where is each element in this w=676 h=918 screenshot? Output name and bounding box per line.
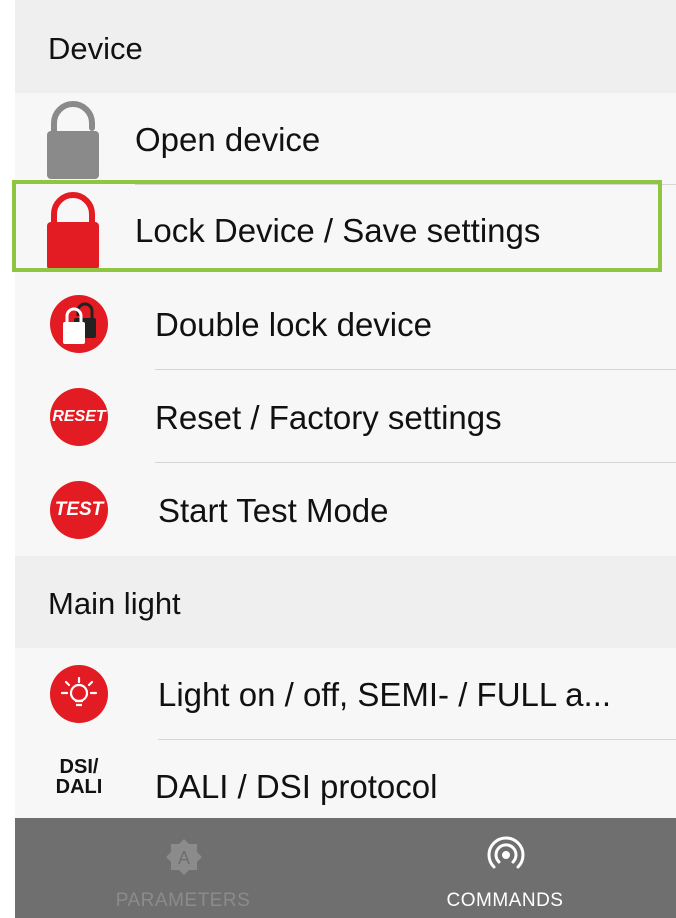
tab-parameters-label: PARAMETERS bbox=[115, 890, 251, 911]
command-start-test-mode[interactable]: TEST Start Test Mode bbox=[15, 464, 676, 556]
dali-icon-line: DALI bbox=[55, 776, 103, 798]
tab-bar: A PARAMETERS COMMANDS bbox=[15, 818, 676, 918]
test-label: Start Test Mode bbox=[158, 492, 389, 529]
tab-commands-label: COMMANDS bbox=[446, 890, 564, 911]
reset-icon: RESET bbox=[50, 388, 108, 446]
commands-screen: Device Open device Lock Device / Save se… bbox=[15, 0, 676, 918]
locked-padlock-icon bbox=[47, 192, 99, 270]
command-dali-dsi-protocol[interactable]: DSI/ DALI DALI / DSI protocol bbox=[15, 741, 676, 818]
command-open-device[interactable]: Open device bbox=[15, 93, 676, 185]
row-divider bbox=[155, 462, 676, 463]
tab-commands[interactable]: COMMANDS bbox=[355, 818, 655, 918]
command-reset-factory[interactable]: RESET Reset / Factory settings bbox=[15, 371, 676, 463]
test-icon-text: TEST bbox=[54, 499, 104, 520]
row-divider bbox=[158, 739, 676, 740]
reset-label: Reset / Factory settings bbox=[155, 399, 502, 436]
command-light-on-off[interactable]: Light on / off, SEMI- / FULL a... bbox=[15, 648, 676, 740]
reset-icon-text: RESET bbox=[52, 408, 106, 425]
section-header-main-light: Main light bbox=[15, 556, 676, 648]
section-title-device: Device bbox=[48, 31, 143, 66]
command-lock-device[interactable]: Lock Device / Save settings bbox=[15, 185, 676, 275]
parameters-icon: A bbox=[166, 839, 202, 875]
parameters-icon-text: A bbox=[178, 848, 190, 868]
dsi-dali-icon: DSI/ DALI bbox=[51, 757, 107, 797]
broadcast-icon bbox=[487, 836, 525, 869]
light-bulb-icon bbox=[50, 665, 108, 723]
command-double-lock-device[interactable]: Double lock device bbox=[15, 278, 676, 370]
dali-label: DALI / DSI protocol bbox=[155, 768, 438, 805]
test-icon: TEST bbox=[50, 481, 108, 539]
light-label: Light on / off, SEMI- / FULL a... bbox=[158, 676, 612, 713]
dsi-icon-line: DSI/ bbox=[59, 756, 99, 778]
lock-device-label: Lock Device / Save settings bbox=[135, 212, 541, 249]
section-title-main-light: Main light bbox=[48, 586, 181, 621]
section-header-device: Device bbox=[15, 0, 676, 93]
double-lock-icon bbox=[50, 295, 108, 353]
row-divider bbox=[155, 369, 676, 370]
tab-parameters[interactable]: A PARAMETERS bbox=[33, 818, 333, 918]
open-device-label: Open device bbox=[135, 121, 321, 158]
unlocked-padlock-icon bbox=[47, 101, 99, 179]
double-lock-label: Double lock device bbox=[155, 306, 432, 343]
